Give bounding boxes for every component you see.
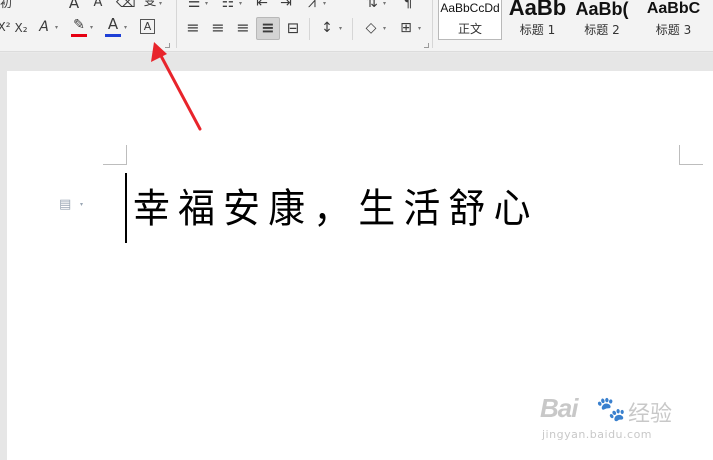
style-normal[interactable]: AaBbCcDd 正文 (438, 0, 502, 40)
subscript-button[interactable]: X₂ (11, 20, 31, 36)
phonetic-guide-button[interactable]: 变 (142, 0, 158, 10)
style-heading-1[interactable]: AaBb 标题 1 (505, 0, 570, 40)
style-normal-label: 正文 (457, 22, 482, 36)
style-heading-2[interactable]: AaBb( 标题 2 (570, 0, 634, 40)
increase-indent-button[interactable]: ⇥ (278, 0, 294, 11)
style-heading-2-sample: AaBb( (575, 0, 629, 19)
paw-icon: 🐾 (596, 395, 626, 423)
font-color-dropdown-icon[interactable]: ▾ (124, 24, 127, 32)
text-cursor (125, 173, 127, 243)
style-heading-2-label: 标题 2 (584, 23, 620, 37)
baidu-jingyan-watermark: Bai 🐾 经验 jingyan.baidu.com (540, 393, 710, 453)
borders-button[interactable]: ⊞ (397, 20, 415, 36)
clear-format-button[interactable]: ⌫ (116, 0, 136, 11)
borders-dropdown-icon[interactable]: ▾ (418, 25, 421, 33)
justify-icon: ≡ (261, 18, 275, 37)
watermark-title: 经验 (628, 402, 673, 427)
margin-corner-top-left (103, 145, 127, 165)
style-heading-3-label: 标题 3 (655, 23, 692, 37)
grow-font-button[interactable]: A (66, 0, 82, 11)
align-center-button[interactable]: ≡ (209, 20, 227, 36)
group-separator (432, 0, 433, 48)
highlight-button[interactable]: ✎ (70, 17, 88, 33)
align-right-button[interactable]: ≡ (234, 20, 252, 36)
show-marks-button[interactable]: ¶ (400, 0, 416, 11)
style-normal-sample: AaBbCcDd (440, 1, 500, 15)
watermark-domain: jingyan.baidu.com (542, 428, 653, 441)
numbering-button[interactable]: ☷ (220, 0, 236, 11)
style-heading-1-label: 标题 1 (519, 23, 556, 37)
paragraph-dialog-launcher-icon[interactable] (424, 43, 429, 48)
line-spacing-button[interactable]: ↕ (318, 20, 336, 36)
sort-button[interactable]: ⇅ (364, 0, 380, 11)
chinese-layout-button[interactable]: ⩘ (304, 0, 320, 11)
bullets-button[interactable]: ☰ (186, 0, 202, 11)
sort-dropdown-icon[interactable]: ▾ (383, 0, 386, 8)
inner-separator (309, 18, 310, 40)
ribbon-toolbar: 初 A A ⌫ 变 ▾ X² X₂ A ▾ ✎ ▾ A ▾ A ☰ ▾ ☷ ▾ … (0, 0, 713, 52)
align-left-button[interactable]: ≡ (184, 20, 202, 36)
style-heading-3-sample: AaBbC (646, 0, 701, 17)
group-separator (176, 0, 177, 48)
font-dialog-launcher-icon[interactable] (165, 43, 170, 48)
text-effect-button[interactable]: A (36, 19, 52, 35)
shrink-font-button[interactable]: A (90, 0, 106, 11)
highlight-color-bar (71, 34, 87, 37)
inner-separator (352, 18, 353, 40)
character-border-glyph: A (143, 20, 152, 33)
shading-dropdown-icon[interactable]: ▾ (383, 25, 386, 33)
phonetic-guide-dropdown-icon[interactable]: ▾ (159, 0, 162, 8)
paragraph-icon[interactable]: ▤ (59, 197, 71, 212)
font-color-button[interactable]: A (105, 16, 121, 32)
style-heading-3[interactable]: AaBbC 标题 3 (634, 0, 713, 40)
chinese-layout-dropdown-icon[interactable]: ▾ (323, 0, 326, 8)
distributed-button[interactable]: ⊟ (284, 20, 302, 36)
document-text[interactable]: 幸福安康，生活舒心 (133, 185, 539, 233)
bullets-dropdown-icon[interactable]: ▾ (205, 0, 208, 8)
paragraph-menu-dropdown-icon[interactable]: ▾ (80, 201, 83, 208)
watermark-brand: Bai (540, 393, 578, 423)
decrease-indent-button[interactable]: ⇤ (254, 0, 270, 11)
font-name-partial: 初 (0, 0, 13, 10)
text-effect-dropdown-icon[interactable]: ▾ (55, 24, 58, 32)
font-color-bar (105, 34, 121, 37)
numbering-dropdown-icon[interactable]: ▾ (239, 0, 242, 8)
margin-corner-top-right (679, 145, 703, 165)
style-heading-1-sample: AaBb (508, 0, 567, 20)
highlight-dropdown-icon[interactable]: ▾ (90, 24, 93, 32)
line-spacing-dropdown-icon[interactable]: ▾ (339, 25, 342, 33)
shading-button[interactable]: ◇ (362, 20, 380, 36)
